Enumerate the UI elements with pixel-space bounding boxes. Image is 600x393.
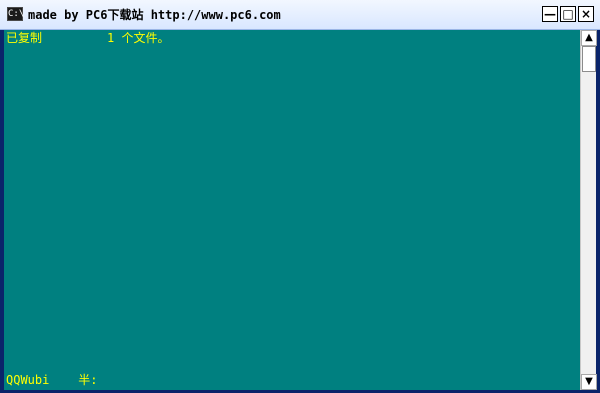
window-title: made by PC6下载站 http://www.pc6.com xyxy=(28,8,281,22)
close-icon: × xyxy=(580,7,592,21)
maximize-icon: □ xyxy=(562,7,574,21)
console-app-icon: C:\ xyxy=(7,7,25,21)
chevron-up-icon: ▲ xyxy=(585,32,593,43)
console-line-1: 已复制 1 个文件。 xyxy=(6,31,170,45)
window-controls: — □ × xyxy=(542,6,594,22)
console-client-area[interactable]: 已复制 1 个文件。 QQWubi 半: ▲ ▼ xyxy=(4,30,597,390)
console-window: C:\ made by PC6下载站 http://www.pc6.com — … xyxy=(0,0,600,393)
scroll-up-button[interactable]: ▲ xyxy=(581,30,597,46)
ime-status-line: QQWubi 半: xyxy=(6,373,98,387)
scrollbar-thumb[interactable] xyxy=(582,46,596,72)
title-bar[interactable]: C:\ made by PC6下载站 http://www.pc6.com — … xyxy=(0,0,600,30)
chevron-down-icon: ▼ xyxy=(585,376,593,387)
maximize-button[interactable]: □ xyxy=(560,6,576,22)
console-output: 已复制 1 个文件。 QQWubi 半: xyxy=(4,30,580,390)
minimize-icon: — xyxy=(544,7,556,21)
close-button[interactable]: × xyxy=(578,6,594,22)
scroll-down-button[interactable]: ▼ xyxy=(581,374,597,390)
vertical-scrollbar[interactable]: ▲ ▼ xyxy=(580,30,597,390)
minimize-button[interactable]: — xyxy=(542,6,558,22)
